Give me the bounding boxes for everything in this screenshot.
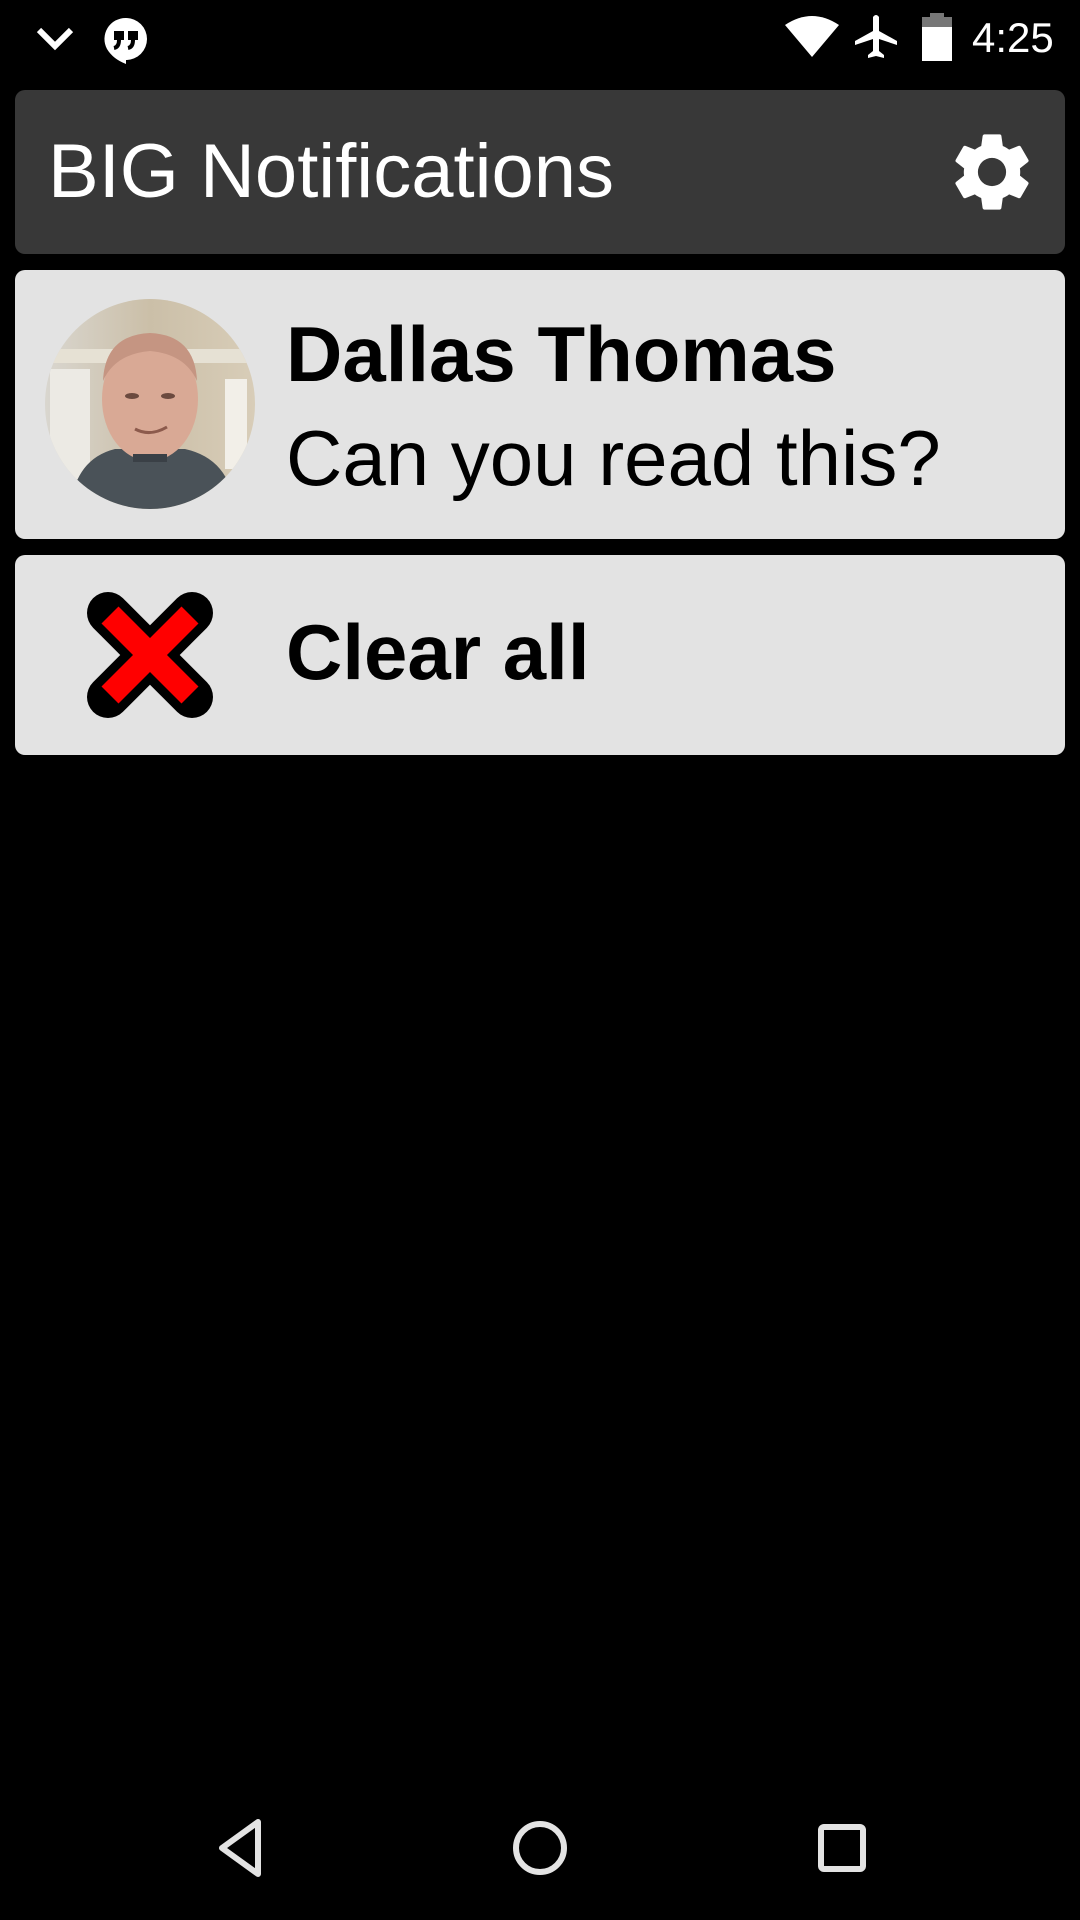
battery-icon	[922, 13, 952, 61]
wifi-icon	[785, 16, 839, 57]
clear-all-label: Clear all	[286, 608, 590, 696]
recents-icon	[818, 1824, 866, 1872]
notification-message: Can you read this?	[286, 414, 941, 502]
status-bar: 4:25	[0, 0, 1080, 75]
app-header: BIG Notifications	[15, 90, 1065, 254]
back-button[interactable]	[150, 1776, 330, 1920]
home-icon	[513, 1821, 567, 1875]
clear-all-button[interactable]: Clear all	[15, 555, 1065, 755]
home-button[interactable]	[450, 1776, 630, 1920]
recents-button[interactable]	[750, 1776, 930, 1920]
gear-icon[interactable]	[945, 125, 1039, 219]
airplane-mode-icon	[855, 15, 897, 58]
clock: 4:25	[972, 14, 1054, 61]
app-title: BIG Notifications	[48, 129, 614, 214]
back-icon	[219, 1819, 261, 1877]
notification-sender: Dallas Thomas	[286, 310, 837, 398]
avatar	[45, 299, 255, 509]
red-x-icon	[87, 592, 213, 718]
navigation-bar	[0, 1776, 1080, 1920]
contact-photo	[45, 299, 255, 509]
notification-card[interactable]: Dallas Thomas Can you read this?	[15, 270, 1065, 539]
hangouts-icon	[104, 17, 148, 64]
chevron-down-icon[interactable]	[35, 24, 75, 52]
